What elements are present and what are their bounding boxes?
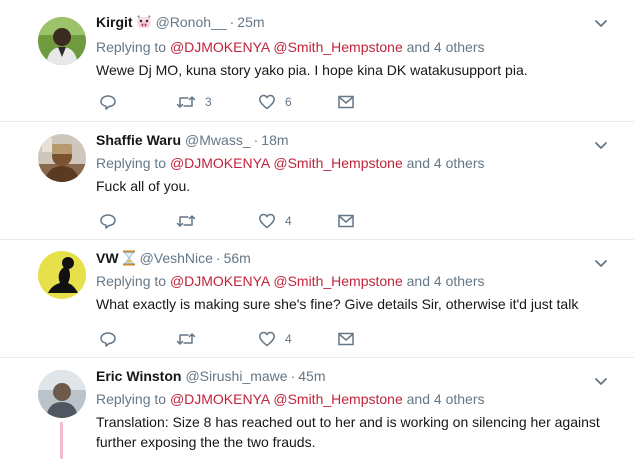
tweet-text: Wewe Dj MO, kuna story yako pia. I hope … [96,62,528,78]
thread-connector-line [60,422,63,459]
display-name[interactable]: Eric Winston [96,368,181,384]
chevron-down-icon[interactable] [594,374,608,388]
others-link[interactable]: and 4 others [407,39,485,55]
like-button[interactable]: 6 [258,92,292,112]
handle[interactable]: @Mwass_ [185,132,251,148]
heart-icon [259,94,275,110]
replying-to-label: Replying to [96,273,167,289]
display-name[interactable]: Shaffie Waru [96,132,181,148]
direct-message-button[interactable] [337,211,355,231]
chevron-down-icon[interactable] [594,138,608,152]
replying-to: Replying to @DJMOKENYA @Smith_Hempstone … [96,37,604,57]
reply-button[interactable] [99,211,117,231]
retweet-button[interactable] [176,329,196,349]
tweet-feed: Kirgit @Ronoh__ · 25m Replying to @DJMOKENY… [0,0,634,459]
separator-dot: · [229,14,235,30]
replying-to: Replying to @DJMOKENYA @Smith_Hempstone … [96,271,604,291]
handle[interactable]: @VeshNice [140,250,213,266]
avatar[interactable] [38,134,86,182]
hourglass-emoji [122,250,136,271]
tweet-text: Fuck all of you. [96,178,191,194]
direct-message-button[interactable] [337,329,355,349]
replying-to-label: Replying to [96,391,167,407]
replying-to-label: Replying to [96,155,167,171]
envelope-icon [338,214,354,228]
separator-dot: · [290,368,296,384]
cow-face-emoji [136,14,152,35]
like-count: 6 [285,95,292,109]
mention-link[interactable]: @Smith_Hempstone [273,391,402,407]
like-count: 4 [285,332,292,346]
like-button[interactable]: 4 [258,329,292,349]
like-count: 4 [285,214,292,228]
others-link[interactable]: and 4 others [407,155,485,171]
timestamp[interactable]: 25m [237,14,264,30]
tweet-item[interactable]: VW @VeshNice · 56m Replying to @DJMOKENYA @… [0,240,634,358]
display-name[interactable]: Kirgit [96,14,133,30]
tweet-item[interactable]: Kirgit @Ronoh__ · 25m Replying to @DJMOKENY… [0,0,634,122]
separator-dot: · [215,250,221,266]
tweet-item[interactable]: Eric Winston @Sirushi_mawe · 45m Replying t… [0,358,634,459]
tweet-item[interactable]: Shaffie Waru @Mwass_ · 18m Replying to @DJM… [0,122,634,240]
separator-dot: · [253,132,259,148]
mention-link[interactable]: @Smith_Hempstone [273,155,402,171]
heart-icon [259,331,275,347]
mention-link[interactable]: @DJMOKENYA [170,155,270,171]
reply-icon [100,332,116,347]
handle[interactable]: @Sirushi_mawe [185,368,287,384]
mention-link[interactable]: @DJMOKENYA [170,39,270,55]
chevron-down-icon[interactable] [594,16,608,30]
tweet-text: What exactly is making sure she's fine? … [96,296,579,312]
replying-to-label: Replying to [96,39,167,55]
retweet-count: 3 [205,95,212,109]
handle[interactable]: @Ronoh__ [156,14,227,30]
others-link[interactable]: and 4 others [407,391,485,407]
retweet-icon [176,215,196,227]
like-button[interactable]: 4 [258,211,292,231]
retweet-button[interactable] [176,211,196,231]
avatar[interactable] [38,370,86,418]
mention-link[interactable]: @Smith_Hempstone [273,273,402,289]
envelope-icon [338,332,354,346]
chevron-down-icon[interactable] [594,256,608,270]
mention-link[interactable]: @DJMOKENYA [170,273,270,289]
replying-to: Replying to @DJMOKENYA @Smith_Hempstone … [96,389,604,409]
display-name[interactable]: VW [96,250,119,266]
timestamp[interactable]: 18m [261,132,288,148]
tweet-text: Translation: Size 8 has reached out to h… [96,414,600,450]
retweet-icon [176,96,196,108]
reply-icon [100,214,116,229]
timestamp[interactable]: 45m [298,368,325,384]
avatar[interactable] [38,251,86,299]
envelope-icon [338,95,354,109]
avatar[interactable] [38,17,86,65]
replying-to: Replying to @DJMOKENYA @Smith_Hempstone … [96,153,604,173]
timestamp[interactable]: 56m [224,250,251,266]
direct-message-button[interactable] [337,92,355,112]
retweet-icon [176,333,196,345]
heart-icon [259,213,275,229]
reply-button[interactable] [99,329,117,349]
reply-button[interactable] [99,92,117,112]
retweet-button[interactable]: 3 [176,92,212,112]
mention-link[interactable]: @DJMOKENYA [170,391,270,407]
others-link[interactable]: and 4 others [407,273,485,289]
reply-icon [100,95,116,110]
mention-link[interactable]: @Smith_Hempstone [273,39,402,55]
